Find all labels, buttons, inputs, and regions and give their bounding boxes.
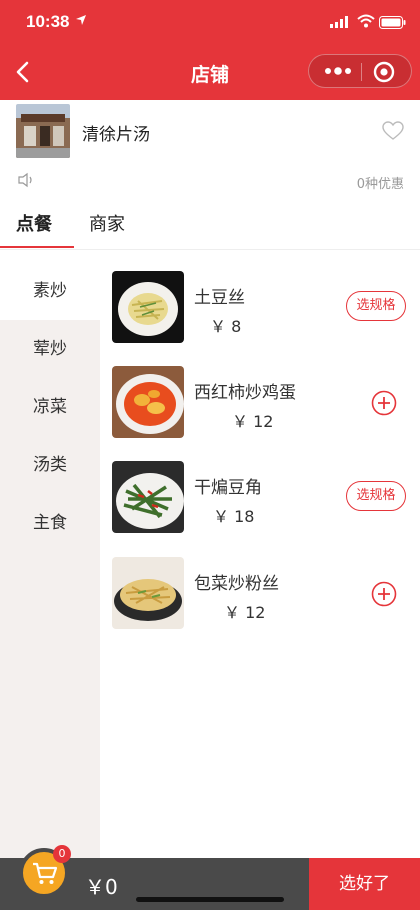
dish-price: ￥ 18 — [213, 507, 255, 526]
home-indicator — [136, 897, 284, 902]
dish-item[interactable]: 土豆丝 ￥ 8 选规格 — [100, 271, 420, 353]
dish-photo — [112, 271, 184, 343]
cart-count-badge: 0 — [53, 845, 71, 863]
checkout-button[interactable]: 选好了 — [309, 858, 420, 910]
dish-name: 西红柿炒鸡蛋 — [194, 383, 296, 403]
category-item[interactable]: 主食 — [0, 494, 100, 552]
tab-merchant[interactable]: 商家 — [89, 210, 125, 248]
capsule-divider — [361, 63, 362, 81]
tab-bar: 点餐 商家 — [0, 198, 420, 250]
plus-circle-icon[interactable] — [371, 390, 397, 416]
category-item[interactable]: 荤炒 — [0, 320, 100, 378]
app-screen: 10:38 店铺 清徐片汤 0种优惠 点餐 商家 素炒 荤炒 凉菜 汤类 主食 … — [0, 0, 420, 910]
status-time: 10:38 — [26, 12, 70, 31]
mini-program-capsule — [308, 54, 412, 88]
dish-price: ￥ 8 — [210, 317, 242, 336]
dish-name: 包菜炒粉丝 — [194, 574, 279, 594]
dish-item[interactable]: 干煸豆角 ￥ 18 选规格 — [100, 461, 420, 543]
select-spec-button[interactable]: 选规格 — [346, 481, 406, 511]
signal-icon — [330, 16, 348, 28]
select-spec-button[interactable]: 选规格 — [346, 291, 406, 321]
target-icon[interactable] — [373, 61, 395, 83]
nav-bar: 店铺 — [0, 44, 420, 100]
shop-name: 清徐片汤 — [82, 125, 150, 145]
category-item[interactable]: 凉菜 — [0, 378, 100, 436]
notice-row: 0种优惠 — [0, 164, 420, 198]
speaker-icon — [18, 172, 32, 188]
tab-order[interactable]: 点餐 — [16, 210, 52, 248]
location-arrow-icon — [76, 15, 86, 25]
battery-icon — [379, 16, 406, 29]
dish-name: 干煸豆角 — [194, 478, 262, 498]
cart-total: ￥0 — [85, 875, 118, 899]
dish-name: 土豆丝 — [194, 288, 245, 308]
more-dots-icon[interactable] — [323, 64, 353, 78]
promo-count: 0种优惠 — [356, 177, 404, 192]
plus-circle-icon[interactable] — [371, 581, 397, 607]
category-sidebar: 素炒 荤炒 凉菜 汤类 主食 — [0, 262, 100, 858]
status-bar: 10:38 — [0, 0, 420, 44]
dish-photo — [112, 557, 184, 629]
dish-photo — [112, 366, 184, 438]
dish-price: ￥ 12 — [232, 412, 274, 431]
dish-item[interactable]: 包菜炒粉丝 ￥ 12 — [100, 557, 420, 639]
cart-icon — [33, 862, 58, 884]
wifi-icon — [357, 14, 375, 28]
dish-photo — [112, 461, 184, 533]
dish-price: ￥ 12 — [224, 603, 266, 622]
category-item[interactable]: 素炒 — [0, 262, 100, 320]
dish-item[interactable]: 西红柿炒鸡蛋 ￥ 12 — [100, 366, 420, 448]
shop-header: 清徐片汤 — [0, 100, 420, 164]
category-item[interactable]: 汤类 — [0, 436, 100, 494]
active-tab-indicator — [0, 246, 74, 248]
shop-photo — [16, 104, 70, 158]
heart-icon[interactable] — [382, 120, 404, 142]
